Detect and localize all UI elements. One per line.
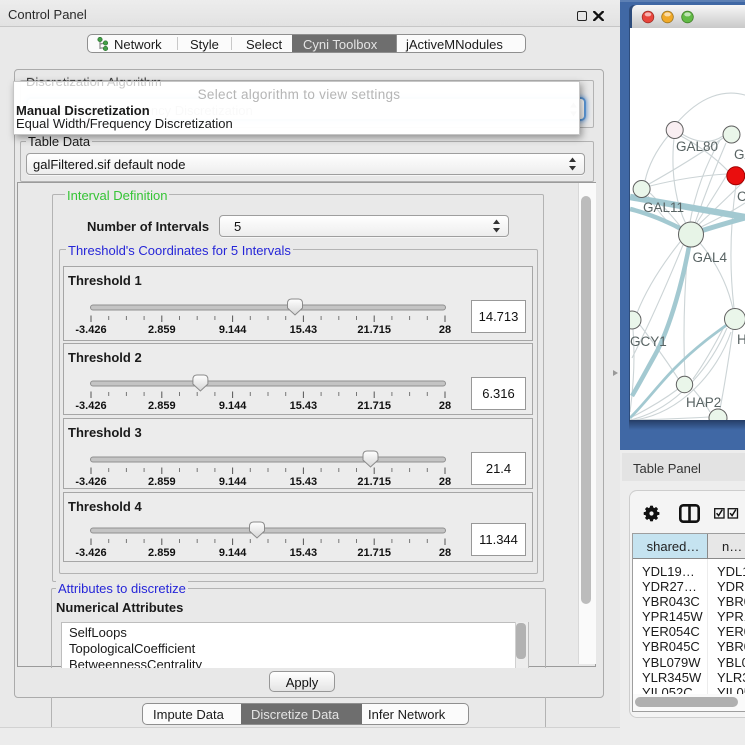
svg-text:21.715: 21.715 — [357, 324, 391, 336]
svg-text:9.144: 9.144 — [219, 324, 247, 336]
svg-text:-3.426: -3.426 — [75, 400, 106, 412]
svg-text:2.859: 2.859 — [148, 547, 176, 559]
svg-text:15.43: 15.43 — [290, 476, 318, 488]
svg-text:2.859: 2.859 — [148, 476, 176, 488]
svg-text:28: 28 — [439, 547, 451, 559]
svg-text:GCY1: GCY1 — [630, 334, 667, 349]
svg-text:15.43: 15.43 — [290, 547, 318, 559]
svg-text:2.859: 2.859 — [148, 324, 176, 336]
svg-text:15.43: 15.43 — [290, 400, 318, 412]
svg-text:9.144: 9.144 — [219, 400, 247, 412]
svg-text:-3.426: -3.426 — [75, 476, 106, 488]
svg-text:9.144: 9.144 — [219, 476, 247, 488]
svg-text:21.715: 21.715 — [357, 400, 391, 412]
svg-text:28: 28 — [439, 476, 451, 488]
svg-text:-3.426: -3.426 — [75, 324, 106, 336]
svg-text:HAP2: HAP2 — [686, 395, 721, 410]
svg-text:2.859: 2.859 — [148, 400, 176, 412]
svg-text:21.715: 21.715 — [357, 547, 391, 559]
svg-text:21.715: 21.715 — [357, 476, 391, 488]
svg-text:C: C — [737, 189, 745, 204]
svg-text:15.43: 15.43 — [290, 324, 318, 336]
svg-text:GAL4: GAL4 — [693, 250, 728, 265]
svg-text:-3.426: -3.426 — [75, 547, 106, 559]
svg-text:28: 28 — [439, 400, 451, 412]
svg-text:GA: GA — [734, 147, 745, 162]
svg-text:GAL80: GAL80 — [676, 139, 718, 154]
svg-text:H: H — [737, 332, 745, 347]
svg-text:28: 28 — [439, 324, 451, 336]
svg-text:GAL11: GAL11 — [643, 200, 684, 215]
svg-text:9.144: 9.144 — [219, 547, 247, 559]
